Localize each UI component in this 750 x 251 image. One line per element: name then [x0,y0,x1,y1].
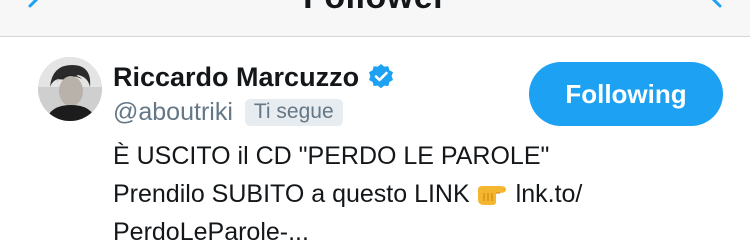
navigation-bar: Follower [0,0,750,37]
user-handle: @aboutriki [113,97,233,126]
user-list-item[interactable]: Riccardo Marcuzzo @aboutriki Ti segue Fo… [0,37,750,249]
bio-link[interactable]: lnk.to/ [516,180,583,208]
follows-you-badge: Ti segue [244,98,343,126]
following-button[interactable]: Following [529,62,723,126]
avatar-photo [38,57,102,121]
bio-line-2-text: Prendilo SUBITO a questo LINK [113,180,470,208]
pointing-right-hand-icon [477,186,506,206]
verified-badge-icon [369,64,394,89]
name-line: Riccardo Marcuzzo [113,59,395,95]
handle-line: @aboutriki Ti segue [113,96,343,128]
bio-line-2: Prendilo SUBITO a questo LINK lnk.to/ [113,175,733,213]
bio-line-3[interactable]: PerdoLeParole-... [113,213,733,251]
bio-line-1: È USCITO il CD "PERDO LE PAROLE" [113,142,550,170]
display-name[interactable]: Riccardo Marcuzzo [113,62,359,93]
page-title: Follower [0,0,750,17]
avatar[interactable] [38,57,102,121]
user-bio: È USCITO il CD "PERDO LE PAROLE" Prendil… [113,137,733,251]
chevron-right-icon[interactable] [700,0,730,18]
